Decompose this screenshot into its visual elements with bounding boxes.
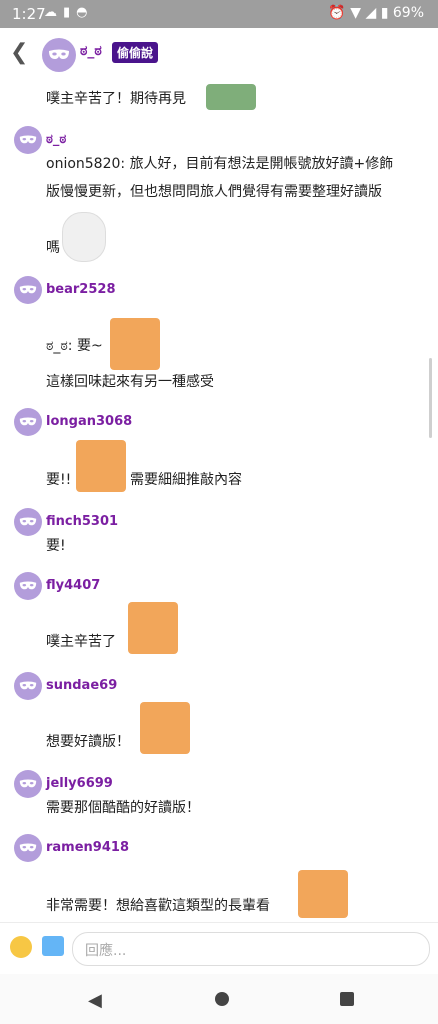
- status-time: 1:27: [12, 5, 46, 23]
- post-text: 這樣回味起來有另一種感受: [46, 374, 214, 390]
- status-left-icons: ☁▮◓: [44, 5, 94, 20]
- sticker-image: [76, 440, 126, 492]
- download-icon: ▮: [63, 5, 77, 20]
- battery-icon: ▮: [380, 5, 389, 21]
- avatar[interactable]: [14, 126, 42, 154]
- mask-icon: [19, 135, 37, 144]
- status-right-icons: ⏰ ▼ ◢ ▮ 69%: [328, 5, 424, 21]
- post-text: 需要那個酷酷的好讀版！: [46, 800, 200, 816]
- poster-name[interactable]: sundae69: [46, 678, 117, 693]
- thread-header: ❮ ಠ_ಠ 偷偷說: [0, 28, 438, 80]
- mask-icon: [19, 681, 37, 690]
- post-text: 嗎: [46, 240, 60, 256]
- status-bar: 1:27 ☁▮◓ ⏰ ▼ ◢ ▮ 69%: [0, 0, 438, 28]
- poster-name[interactable]: finch5301: [46, 514, 118, 529]
- mask-icon: [19, 581, 37, 590]
- post-text: 噗主辛苦了: [46, 634, 116, 650]
- image-icon[interactable]: [42, 936, 64, 956]
- sticker-image: [140, 702, 190, 754]
- sticker-image: [62, 212, 106, 262]
- post-text: 版慢慢更新，但也想問問旅人們覺得有需要整理好讀版: [46, 184, 382, 200]
- signal-icon: ◢: [365, 5, 377, 21]
- nav-back-icon[interactable]: ◀: [88, 990, 102, 1011]
- avatar[interactable]: [14, 834, 42, 862]
- avatar[interactable]: [14, 276, 42, 304]
- avatar[interactable]: [14, 672, 42, 700]
- post-text: 想要好讀版！: [46, 734, 130, 750]
- scrollbar[interactable]: [429, 358, 432, 438]
- post-text: 要!!: [46, 472, 72, 488]
- incognito-icon: ◓: [76, 5, 94, 20]
- alarm-icon: ⏰: [328, 5, 346, 21]
- wifi-icon: ▼: [350, 5, 362, 21]
- back-icon[interactable]: ❮: [10, 42, 28, 64]
- system-nav-bar: ◀: [0, 974, 438, 1024]
- nav-recents-icon[interactable]: [340, 992, 354, 1006]
- poster-name[interactable]: bear2528: [46, 282, 116, 297]
- sticker-image: [128, 602, 178, 654]
- poster-name[interactable]: ramen9418: [46, 840, 129, 855]
- poster-name[interactable]: ಠ_ಠ: [46, 132, 66, 147]
- mask-icon: [19, 517, 37, 526]
- status-badge: 偷偷說: [112, 42, 159, 63]
- avatar[interactable]: [14, 408, 42, 436]
- avatar[interactable]: [14, 572, 42, 600]
- mask-icon: [49, 49, 69, 59]
- poster-name[interactable]: fly4407: [46, 578, 100, 593]
- nav-home-icon[interactable]: [215, 992, 229, 1006]
- post-text: onion5820: 旅人好，目前有想法是開帳號放好讀+修飾: [46, 156, 394, 172]
- mask-icon: [19, 779, 37, 788]
- poster-name[interactable]: longan3068: [46, 414, 132, 429]
- post-text: 噗主辛苦了！期待再見: [46, 91, 186, 107]
- post-text: 非常需要！想給喜歡這類型的長輩看: [46, 898, 270, 914]
- avatar[interactable]: [42, 38, 76, 72]
- reply-placeholder: 回應...: [85, 943, 127, 959]
- post-text: ಠ_ಠ: 要~: [46, 338, 103, 354]
- poster-name[interactable]: jelly6699: [46, 776, 113, 791]
- avatar[interactable]: [14, 508, 42, 536]
- mask-icon: [19, 843, 37, 852]
- avatar[interactable]: [14, 770, 42, 798]
- reply-input[interactable]: 回應...: [72, 932, 430, 966]
- cloud-icon: ☁: [44, 5, 63, 20]
- reply-bar: 回應...: [0, 922, 438, 975]
- sticker-image: [298, 870, 348, 918]
- post-text: 需要細細推敲內容: [130, 472, 242, 488]
- mask-icon: [19, 417, 37, 426]
- poster-name[interactable]: ಠ_ಠ: [80, 43, 102, 59]
- emoji-icon[interactable]: [10, 936, 32, 958]
- sticker-image: [206, 84, 256, 110]
- battery-level: 69%: [392, 5, 424, 21]
- sticker-image: [110, 318, 160, 370]
- mask-icon: [19, 285, 37, 294]
- post-text: 要!: [46, 538, 66, 554]
